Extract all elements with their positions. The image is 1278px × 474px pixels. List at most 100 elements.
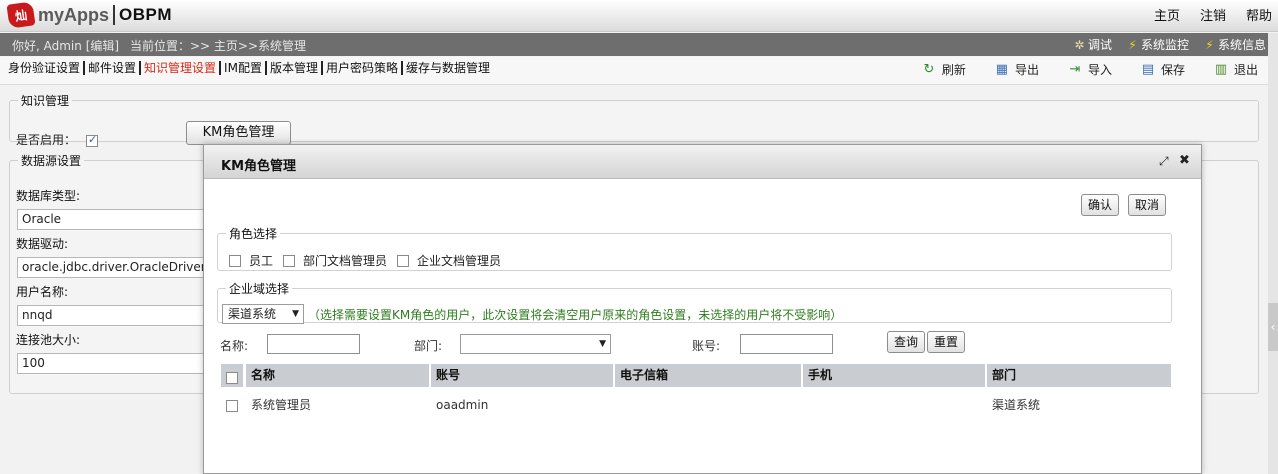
role-selection-group: 角色选择 员工 部门文档管理员 企业文档管理员: [217, 225, 1172, 271]
help-link[interactable]: 帮助: [1246, 5, 1272, 24]
role-checkbox[interactable]: [283, 254, 296, 267]
reset-button[interactable]: 重置: [927, 331, 966, 353]
brand-name: myApps: [38, 4, 110, 25]
right-scroll-strip: [1268, 33, 1278, 474]
import-icon: ⇥: [1069, 62, 1081, 77]
refresh-label: 刷新: [941, 63, 966, 77]
tab-version-management[interactable]: 版本管理: [264, 61, 321, 75]
product-name: OBPM: [119, 5, 173, 24]
km-enable-row: 是否启用：: [16, 131, 99, 148]
role-option-employee[interactable]: 员工: [229, 252, 273, 269]
datasource-legend: 数据源设置: [21, 154, 82, 168]
km-legend: 知识管理: [21, 94, 70, 108]
chevron-down-icon: ▼: [292, 309, 299, 319]
top-header: 灿 myApps OBPM 主页 注销 帮助: [0, 0, 1278, 32]
maximize-icon[interactable]: ⤢: [1159, 154, 1169, 169]
export-button[interactable]: ▦ 导出: [994, 61, 1039, 78]
role-checkbox[interactable]: [397, 254, 410, 267]
role-label: 企业文档管理员: [417, 254, 502, 268]
column-header-phone[interactable]: 手机: [803, 364, 985, 387]
pool-size-label: 连接池大小:: [16, 333, 81, 347]
export-icon: ▦: [995, 62, 1009, 77]
filter-dept-select[interactable]: ▼: [460, 334, 611, 354]
breadcrumb: 当前位置：>> 主页>>系统管理: [130, 39, 307, 53]
system-info-label: 系统信息: [1217, 38, 1266, 52]
exit-button[interactable]: ▥ 退出: [1213, 61, 1258, 78]
domain-hint: （选择需要设置KM角色的用户，此次设置将会清空用户原来的角色设置，未选择的用户将…: [308, 308, 843, 322]
role-options: 员工 部门文档管理员 企业文档管理员: [229, 252, 511, 269]
filter-account-label: 账号:: [692, 339, 721, 353]
tab-im-config[interactable]: IM配置: [219, 61, 265, 75]
exit-label: 退出: [1233, 63, 1258, 77]
db-type-label: 数据库类型:: [16, 189, 81, 203]
import-button[interactable]: ⇥ 导入: [1067, 61, 1112, 78]
tab-cache-data[interactable]: 缓存与数据管理: [400, 61, 493, 75]
select-all-cell: [221, 364, 243, 387]
cell-email: [615, 393, 801, 417]
system-monitor-button[interactable]: ⚡ 系统监控: [1126, 36, 1189, 53]
column-header-dept[interactable]: 部门: [987, 364, 1171, 387]
tab-password-policy[interactable]: 用户密码策略: [320, 61, 401, 75]
home-link[interactable]: 主页: [1154, 5, 1180, 24]
filter-name-input[interactable]: [267, 334, 360, 354]
cancel-button[interactable]: 取消: [1128, 194, 1167, 216]
row-checkbox[interactable]: [226, 399, 238, 412]
db-user-label: 用户名称:: [16, 285, 69, 299]
user-greeting[interactable]: 你好, Admin [编辑]: [12, 37, 119, 54]
logout-link[interactable]: 注销: [1200, 5, 1226, 24]
role-label: 员工: [249, 254, 274, 268]
km-role-management-button[interactable]: KM角色管理: [186, 121, 291, 145]
lightning-icon: ⚡: [1205, 37, 1214, 52]
filter-dept-label: 部门:: [414, 339, 443, 353]
column-header-account[interactable]: 账号: [431, 364, 613, 387]
km-settings-group: 知识管理 是否启用： KM角色管理: [9, 92, 1259, 147]
role-option-ent-doc-admin[interactable]: 企业文档管理员: [397, 252, 501, 269]
role-legend: 角色选择: [229, 227, 278, 241]
table-row[interactable]: 系统管理员 oaadmin 渠道系统: [221, 393, 1171, 417]
info-bar: 你好, Admin [编辑] 当前位置：>> 主页>>系统管理 ✲ 调试 ⚡ 系…: [0, 33, 1268, 56]
db-type-field[interactable]: Oracle: [17, 209, 217, 230]
settings-tab-row: 身份验证设置 邮件设置 知识管理设置 IM配置 版本管理 用户密码策略 缓存与数…: [0, 57, 1268, 85]
cell-phone: [803, 393, 985, 417]
column-header-email[interactable]: 电子信箱: [615, 364, 801, 387]
debug-button[interactable]: ✲ 调试: [1073, 36, 1112, 53]
pool-size-field[interactable]: 100: [17, 353, 217, 374]
filter-name-label: 名称:: [220, 339, 249, 353]
tab-auth-settings[interactable]: 身份验证设置: [8, 61, 83, 75]
close-icon[interactable]: ✖: [1179, 153, 1190, 168]
role-checkbox[interactable]: [229, 254, 241, 267]
system-monitor-label: 系统监控: [1140, 38, 1189, 52]
system-info-button[interactable]: ⚡ 系统信息: [1203, 36, 1266, 53]
column-header-name[interactable]: 名称: [246, 364, 429, 387]
save-label: 保存: [1160, 63, 1185, 77]
import-label: 导入: [1087, 63, 1112, 77]
tab-mail-settings[interactable]: 邮件设置: [83, 61, 139, 75]
collapse-panel-handle[interactable]: ‹: [1268, 303, 1278, 351]
km-role-dialog: KM角色管理 ⤢ ✖ 确认 取消 角色选择 员工 部门文档管理员 企业文档管理员…: [203, 144, 1202, 474]
user-grid-header: 名称 账号 电子信箱 手机 部门: [221, 364, 1171, 387]
km-enable-checkbox[interactable]: [86, 133, 99, 147]
query-button[interactable]: 查询: [887, 331, 926, 353]
refresh-icon: ↻: [923, 62, 935, 77]
db-user-field[interactable]: nnqd: [17, 305, 217, 326]
domain-select[interactable]: 渠道系统 ▼: [222, 304, 304, 324]
chevron-down-icon: ▼: [599, 339, 606, 349]
settings-tabs: 身份验证设置 邮件设置 知识管理设置 IM配置 版本管理 用户密码策略 缓存与数…: [8, 61, 493, 75]
role-label: 部门文档管理员: [303, 254, 388, 268]
refresh-button[interactable]: ↻ 刷新: [921, 61, 966, 78]
db-driver-label: 数据驱动:: [16, 237, 69, 251]
row-select-cell: [221, 393, 243, 417]
role-option-dept-doc-admin[interactable]: 部门文档管理员: [283, 252, 387, 269]
km-enable-label: 是否启用：: [16, 133, 77, 147]
toolbar: ↻ 刷新 ▦ 导出 ⇥ 导入 ▤ 保存 ▥ 退出: [893, 61, 1258, 78]
logo-divider: [113, 5, 116, 25]
select-all-checkbox[interactable]: [226, 372, 238, 384]
save-icon: ▤: [1141, 62, 1155, 77]
tab-km-settings[interactable]: 知识管理设置: [139, 61, 219, 75]
domain-selection-group: 企业域选择 渠道系统 ▼ （选择需要设置KM角色的用户，此次设置将会清空用户原来…: [217, 280, 1172, 324]
confirm-button[interactable]: 确认: [1081, 194, 1120, 216]
db-driver-field[interactable]: oracle.jdbc.driver.OracleDriver: [17, 257, 217, 278]
filter-account-input[interactable]: [740, 334, 833, 354]
domain-select-value: 渠道系统: [228, 307, 277, 321]
save-button[interactable]: ▤ 保存: [1140, 61, 1185, 78]
